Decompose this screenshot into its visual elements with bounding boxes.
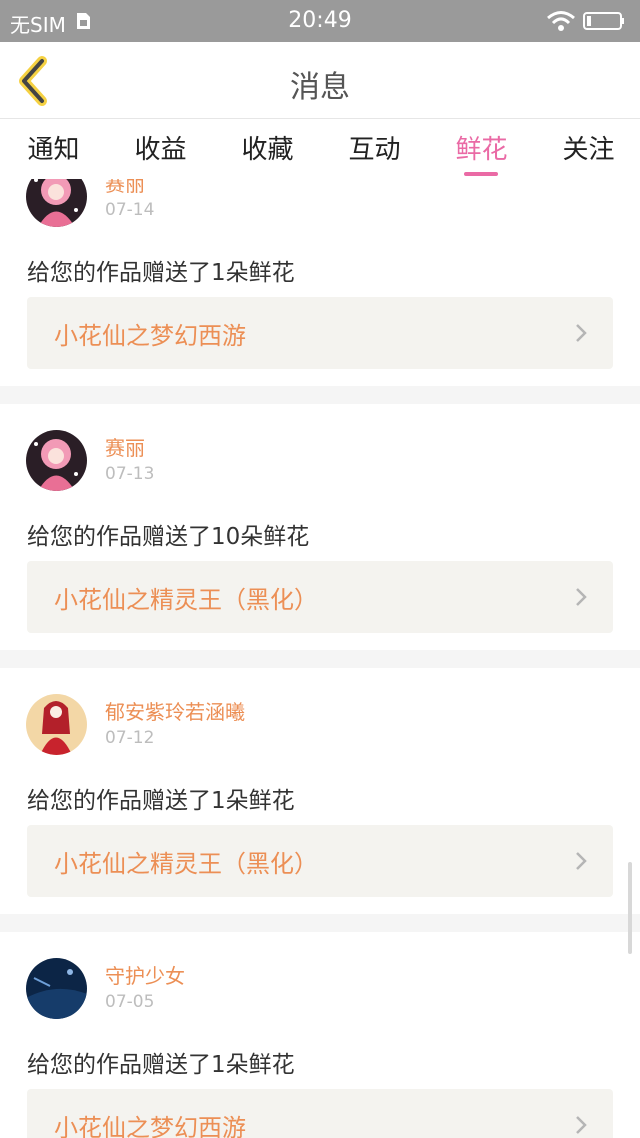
user-avatar[interactable] bbox=[26, 958, 87, 1019]
work-link[interactable]: 小花仙之梦幻西游 bbox=[27, 1089, 613, 1138]
username[interactable]: 守护少女 bbox=[105, 960, 185, 989]
message-card: 守护少女 07-05 给您的作品赠送了1朵鲜花 小花仙之梦幻西游 bbox=[0, 932, 640, 1138]
message-card: 赛丽 07-13 给您的作品赠送了10朵鲜花 小花仙之精灵王（黑化） bbox=[0, 404, 640, 650]
chevron-right-icon bbox=[576, 588, 587, 606]
message-text: 给您的作品赠送了10朵鲜花 bbox=[27, 524, 310, 550]
work-link[interactable]: 小花仙之精灵王（黑化） bbox=[27, 825, 613, 897]
work-link[interactable]: 小花仙之梦幻西游 bbox=[27, 297, 613, 369]
red-dress-avatar-icon bbox=[26, 694, 87, 755]
message-date: 07-12 bbox=[105, 728, 155, 748]
username[interactable]: 郁安紫玲若涵曦 bbox=[105, 696, 245, 725]
tab-interactions[interactable]: 互动 bbox=[321, 129, 428, 166]
work-title: 小花仙之精灵王（黑化） bbox=[54, 850, 318, 878]
nav-bar: 消息 bbox=[0, 42, 640, 119]
page-title: 消息 bbox=[290, 70, 350, 105]
work-link[interactable]: 小花仙之精灵王（黑化） bbox=[27, 561, 613, 633]
message-text: 给您的作品赠送了1朵鲜花 bbox=[27, 1052, 295, 1078]
message-date: 07-05 bbox=[105, 992, 155, 1012]
wifi-icon bbox=[547, 11, 575, 31]
message-card: 赛丽 07-14 给您的作品赠送了1朵鲜花 小花仙之梦幻西游 bbox=[0, 179, 640, 386]
tab-following[interactable]: 关注 bbox=[535, 129, 640, 166]
chevron-right-icon bbox=[576, 1116, 587, 1134]
user-avatar[interactable] bbox=[26, 179, 87, 227]
tab-earnings[interactable]: 收益 bbox=[107, 129, 214, 166]
username[interactable]: 赛丽 bbox=[105, 179, 145, 197]
username[interactable]: 赛丽 bbox=[105, 432, 145, 461]
tab-flowers[interactable]: 鲜花 bbox=[428, 129, 535, 166]
message-text: 给您的作品赠送了1朵鲜花 bbox=[27, 788, 295, 814]
chevron-right-icon bbox=[576, 324, 587, 342]
battery-icon bbox=[583, 12, 624, 30]
tab-bar: 通知 收益 收藏 互动 鲜花 关注 bbox=[0, 119, 640, 179]
blue-night-avatar-icon bbox=[26, 958, 87, 1019]
active-tab-indicator bbox=[464, 172, 498, 176]
tab-notifications[interactable]: 通知 bbox=[0, 129, 107, 166]
work-title: 小花仙之梦幻西游 bbox=[54, 322, 246, 350]
work-title: 小花仙之梦幻西游 bbox=[54, 1114, 246, 1138]
user-avatar[interactable] bbox=[26, 430, 87, 491]
status-bar: 无SIM 20:49 bbox=[0, 0, 640, 42]
message-text: 给您的作品赠送了1朵鲜花 bbox=[27, 260, 295, 286]
message-date: 07-13 bbox=[105, 464, 155, 484]
message-date: 07-14 bbox=[105, 200, 155, 220]
work-title: 小花仙之精灵王（黑化） bbox=[54, 586, 318, 614]
status-time: 20:49 bbox=[288, 8, 352, 33]
user-avatar[interactable] bbox=[26, 694, 87, 755]
scrollbar[interactable] bbox=[628, 862, 632, 954]
pink-hair-avatar-icon bbox=[26, 179, 87, 227]
message-feed[interactable]: 赛丽 07-14 给您的作品赠送了1朵鲜花 小花仙之梦幻西游 赛丽 07-13 … bbox=[0, 179, 640, 1138]
message-card: 郁安紫玲若涵曦 07-12 给您的作品赠送了1朵鲜花 小花仙之精灵王（黑化） bbox=[0, 668, 640, 914]
tab-favorites[interactable]: 收藏 bbox=[214, 129, 321, 166]
pink-hair-avatar-icon bbox=[26, 430, 87, 491]
chevron-right-icon bbox=[576, 852, 587, 870]
